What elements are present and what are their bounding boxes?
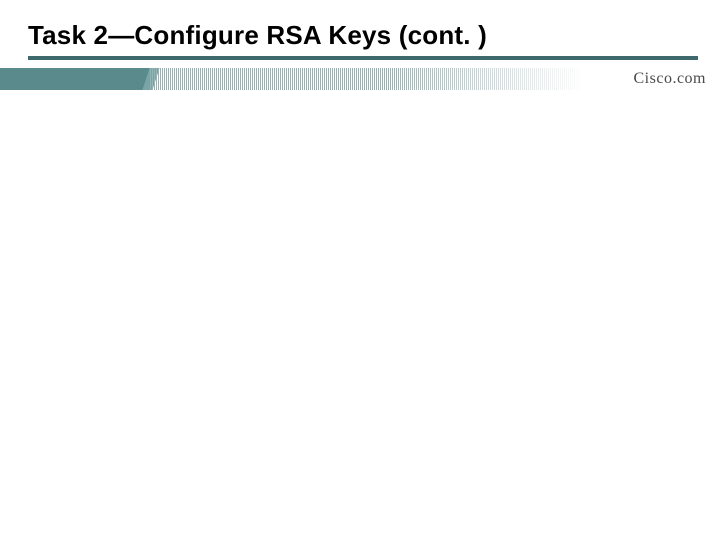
divider-hatch-pattern <box>150 68 586 90</box>
brand-label: Cisco.com <box>586 68 720 90</box>
title-underline <box>28 56 698 60</box>
slide-title: Task 2—Configure RSA Keys (cont. ) <box>28 20 692 51</box>
header-divider: Cisco.com <box>0 68 720 90</box>
divider-accent-block <box>0 68 150 90</box>
slide-container: Task 2—Configure RSA Keys (cont. ) Cisco… <box>0 0 720 540</box>
